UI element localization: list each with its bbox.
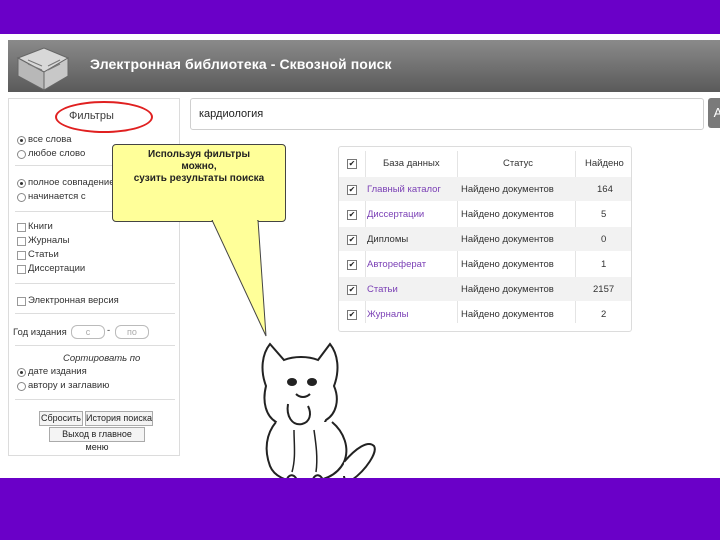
radio-label-sort-date: дате издания bbox=[28, 366, 87, 377]
table-row: ✔ Диссертации Найдено документов 5 bbox=[339, 202, 631, 226]
callout-line-3: сузить результаты поиска bbox=[133, 173, 265, 184]
select-all-checkbox[interactable]: ✔ bbox=[347, 159, 357, 169]
row-status: Найдено документов bbox=[461, 259, 554, 270]
checkbox-label-journals: Журналы bbox=[28, 235, 70, 246]
divider bbox=[15, 399, 175, 400]
checkbox-journals[interactable] bbox=[17, 237, 26, 246]
radio-full-match[interactable] bbox=[17, 179, 26, 188]
row-status: Найдено документов bbox=[461, 234, 554, 245]
checkbox-electronic[interactable] bbox=[17, 297, 26, 306]
bottom-frame-bar bbox=[0, 478, 720, 540]
page-title: Электронная библиотека - Сквозной поиск bbox=[90, 56, 392, 72]
row-status: Найдено документов bbox=[461, 184, 554, 195]
row-checkbox[interactable]: ✔ bbox=[347, 185, 357, 195]
year-dash: - bbox=[107, 325, 111, 336]
radio-starts-with[interactable] bbox=[17, 193, 26, 202]
radio-sort-author[interactable] bbox=[17, 382, 26, 391]
db-link[interactable]: Журналы bbox=[367, 309, 409, 320]
reset-button[interactable]: Сбросить bbox=[39, 411, 83, 426]
db-link[interactable]: Автореферат bbox=[367, 259, 426, 270]
row-count: 164 bbox=[597, 184, 613, 195]
tab-filters[interactable]: Фильтры bbox=[69, 110, 114, 122]
db-link[interactable]: Статьи bbox=[367, 284, 398, 295]
row-count: 0 bbox=[601, 234, 607, 245]
radio-any-word[interactable] bbox=[17, 150, 26, 159]
radio-label-all-words: все слова bbox=[28, 134, 72, 145]
checkbox-label-dissertations: Диссертации bbox=[28, 263, 86, 274]
radio-label-starts-with: начинается с bbox=[28, 191, 86, 202]
checkbox-label-electronic: Электронная версия bbox=[28, 295, 119, 306]
row-checkbox[interactable]: ✔ bbox=[347, 210, 357, 220]
callout-text: Используя фильтры можно, сузить результа… bbox=[113, 149, 285, 185]
db-label: Дипломы bbox=[367, 234, 409, 245]
divider bbox=[15, 313, 175, 314]
callout-bubble: Используя фильтры можно, сузить результа… bbox=[112, 144, 286, 222]
sort-title: Сортировать по bbox=[63, 353, 141, 364]
table-row: ✔ Главный каталог Найдено документов 164 bbox=[339, 177, 631, 201]
year-to-input[interactable]: по bbox=[115, 325, 149, 339]
row-status: Найдено документов bbox=[461, 209, 554, 220]
cat-illustration bbox=[261, 342, 376, 484]
table-row: ✔ Статьи Найдено документов 2157 bbox=[339, 277, 631, 301]
table-row: ✔ Журналы Найдено документов 2 bbox=[339, 302, 631, 326]
row-checkbox[interactable]: ✔ bbox=[347, 235, 357, 245]
checkbox-articles[interactable] bbox=[17, 251, 26, 260]
checkbox-books[interactable] bbox=[17, 223, 26, 232]
row-checkbox[interactable]: ✔ bbox=[347, 260, 357, 270]
checkbox-label-articles: Статьи bbox=[28, 249, 59, 260]
main-menu-button[interactable]: Выход в главное меню bbox=[49, 427, 145, 452]
callout-line-2: можно, bbox=[181, 161, 217, 172]
column-header-found: Найдено bbox=[585, 158, 624, 169]
search-input[interactable]: кардиология bbox=[190, 98, 704, 130]
year-from-input[interactable]: с bbox=[71, 325, 105, 339]
row-status: Найдено документов bbox=[461, 284, 554, 295]
table-row: ✔ Дипломы Найдено документов 0 bbox=[339, 227, 631, 251]
search-value: кардиология bbox=[199, 108, 264, 120]
column-header-status: Статус bbox=[503, 158, 534, 169]
row-count: 2157 bbox=[593, 284, 615, 295]
radio-all-words[interactable] bbox=[17, 136, 26, 145]
row-checkbox[interactable]: ✔ bbox=[347, 310, 357, 320]
radio-sort-date[interactable] bbox=[17, 368, 26, 377]
table-header-row: ✔ База данных Статус Найдено bbox=[339, 151, 631, 175]
row-checkbox[interactable]: ✔ bbox=[347, 285, 357, 295]
year-label: Год издания bbox=[13, 327, 67, 338]
results-table: ✔ База данных Статус Найдено ✔ Главный к… bbox=[338, 146, 632, 332]
callout-line-1: Используя фильтры bbox=[148, 149, 250, 160]
divider bbox=[15, 283, 175, 284]
column-header-db: База данных bbox=[383, 158, 440, 169]
row-status: Найдено документов bbox=[461, 309, 554, 320]
table-row: ✔ Автореферат Найдено документов 1 bbox=[339, 252, 631, 276]
row-count: 5 bbox=[601, 209, 607, 220]
search-button[interactable]: А bbox=[708, 98, 720, 128]
db-link[interactable]: Главный каталог bbox=[367, 184, 441, 195]
checkbox-label-books: Книги bbox=[28, 221, 53, 232]
open-book-icon bbox=[16, 47, 70, 91]
callout-tail bbox=[211, 220, 267, 337]
app-header: Электронная библиотека - Сквозной поиск bbox=[8, 40, 720, 92]
radio-label-full-match: полное совпадение bbox=[28, 177, 115, 188]
row-count: 1 bbox=[601, 259, 607, 270]
app-window: Электронная библиотека - Сквозной поиск … bbox=[0, 34, 720, 484]
radio-label-any-word: любое слово bbox=[28, 148, 86, 159]
radio-label-sort-author: автору и заглавию bbox=[28, 380, 110, 391]
history-button[interactable]: История поиска bbox=[85, 411, 153, 426]
row-count: 2 bbox=[601, 309, 607, 320]
top-frame-bar bbox=[0, 0, 720, 34]
divider bbox=[15, 345, 175, 346]
checkbox-dissertations[interactable] bbox=[17, 265, 26, 274]
db-link[interactable]: Диссертации bbox=[367, 209, 424, 220]
